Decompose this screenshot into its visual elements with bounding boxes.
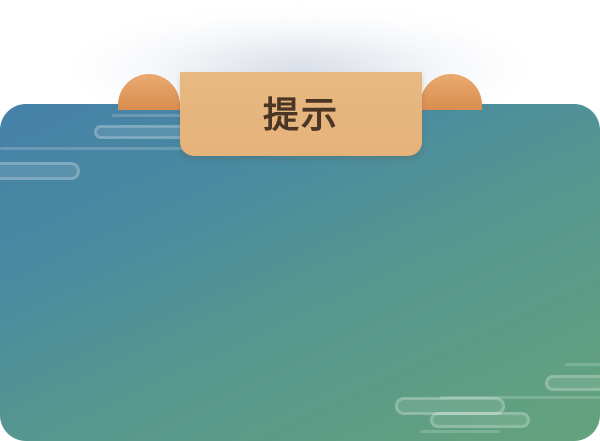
dialog-container: 提示: [0, 0, 600, 441]
dialog-title: 提示: [262, 95, 339, 136]
title-banner: 提示: [180, 72, 422, 156]
